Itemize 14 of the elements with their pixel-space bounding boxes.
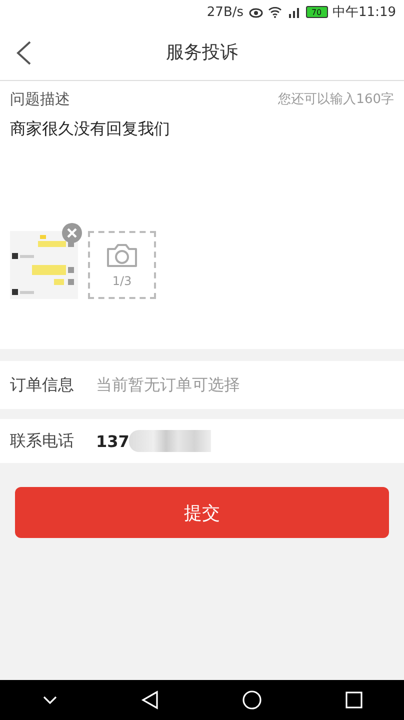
order-field[interactable]: 当前暂无订单可选择	[96, 374, 240, 396]
order-label: 订单信息	[10, 374, 74, 396]
description-field[interactable]: 商家很久没有回复我们	[10, 119, 394, 229]
description-label: 问题描述	[10, 90, 70, 108]
battery-icon: 70	[306, 6, 328, 18]
submit-button[interactable]: 提交	[15, 487, 389, 538]
phone-label: 联系电话	[10, 430, 74, 452]
page-title: 服务投诉	[166, 41, 238, 64]
status-time: 中午11:19	[332, 4, 396, 21]
character-counter: 您还可以输入160字	[278, 91, 394, 108]
network-speed: 27B/s	[206, 4, 244, 20]
phone-field[interactable]: 137	[96, 432, 130, 450]
photo-counter: 1/3	[112, 274, 132, 288]
add-photo-button[interactable]: 1/3	[88, 231, 156, 299]
